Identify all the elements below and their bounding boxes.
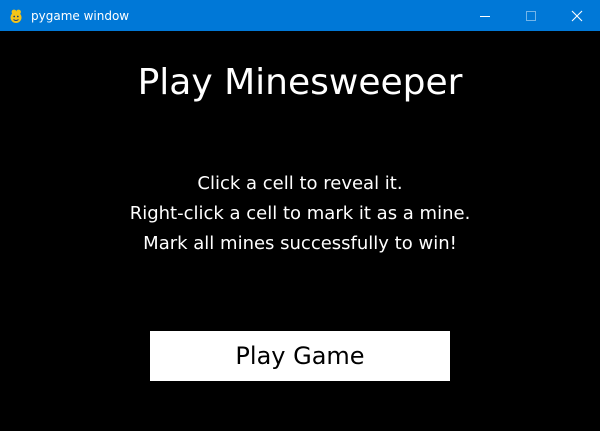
instruction-line: Mark all mines successfully to win! xyxy=(143,233,457,254)
play-game-button[interactable]: Play Game xyxy=(150,331,450,381)
pygame-window: pygame window Play Minesweeper Click a c… xyxy=(0,0,600,431)
minimize-icon[interactable] xyxy=(462,0,508,31)
instruction-line: Click a cell to reveal it. xyxy=(197,173,403,194)
game-canvas: Play Minesweeper Click a cell to reveal … xyxy=(0,31,600,431)
instructions-text: Click a cell to reveal it. Right-click a… xyxy=(0,169,600,259)
window-title: pygame window xyxy=(31,8,130,23)
game-title: Play Minesweeper xyxy=(137,62,463,103)
window-titlebar[interactable]: pygame window xyxy=(0,0,600,31)
maximize-icon[interactable] xyxy=(508,0,554,31)
pygame-snake-icon xyxy=(8,8,24,24)
close-icon[interactable] xyxy=(554,0,600,31)
instruction-line: Right-click a cell to mark it as a mine. xyxy=(129,203,471,224)
